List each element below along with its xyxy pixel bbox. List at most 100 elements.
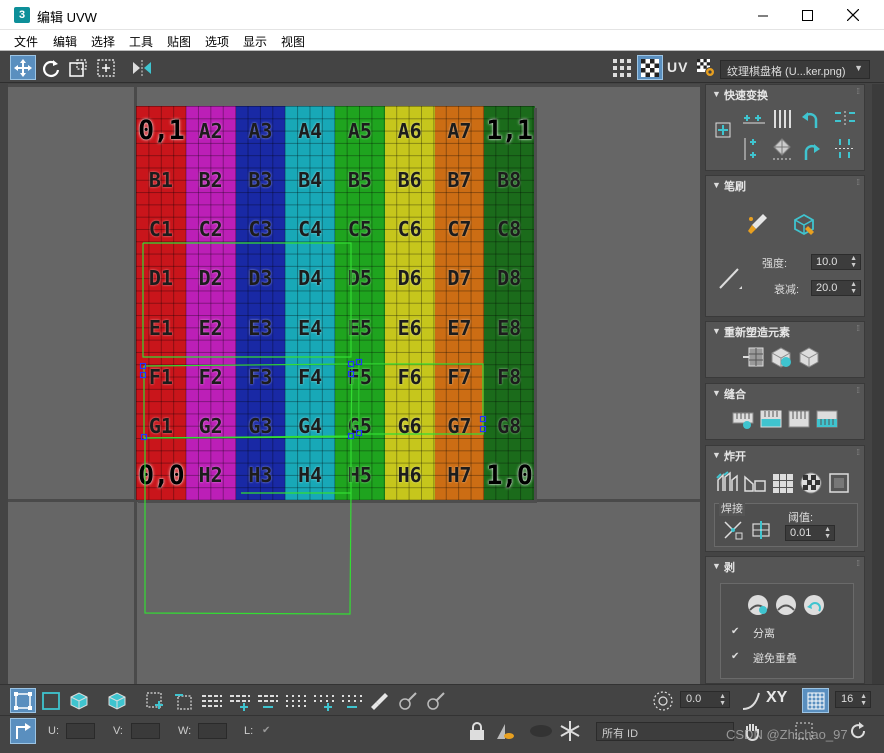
ring-shrink-button[interactable] [339,688,365,713]
xy-toggle[interactable]: XY [766,689,787,707]
weld-all-selected-button[interactable] [749,518,773,542]
v-input[interactable] [131,723,160,739]
avoid-overlap-checkbox[interactable]: ✔ [731,651,739,662]
freeform-tool-button[interactable] [94,55,118,80]
shrink-selection-button[interactable] [170,688,196,713]
paint-select-button[interactable] [367,688,393,713]
w-input[interactable] [198,723,227,739]
spinner-arrows-icon: ▲ ▼ [850,255,857,269]
lock-selection-button[interactable] [464,718,490,744]
stitch-to-target-button[interactable] [758,406,784,432]
menu-file[interactable]: 文件 [14,33,38,50]
close-button[interactable] [830,0,876,30]
edge-mode-button[interactable] [38,688,64,713]
mirror-tool-button[interactable] [128,55,156,80]
align-horizontal-button[interactable] [740,111,768,129]
maximize-button[interactable] [784,0,830,30]
lock-icon [470,722,484,740]
align-vertical-button[interactable] [740,135,768,163]
u-input[interactable] [66,723,95,739]
peel-mode-button[interactable] [773,592,799,618]
hide-button[interactable] [526,718,556,744]
align-to-center-button[interactable] [770,135,794,163]
flatten-by-polygon-angle-button[interactable] [770,470,796,496]
menu-view[interactable]: 视图 [281,33,305,50]
space-vertical-button[interactable] [833,135,857,163]
straighten-selection-button[interactable] [740,344,766,370]
flatten-by-material-button[interactable] [742,470,768,496]
pinch-brush-button[interactable] [716,264,744,292]
menu-display[interactable]: 显示 [243,33,267,50]
element-mode-button[interactable] [104,688,130,713]
selection-id-dropdown[interactable]: 所有 ID [596,722,734,741]
quick-peel-button[interactable] [745,592,771,618]
ring-grow-button[interactable] [311,688,337,713]
detach-checkbox[interactable]: ✔ [731,626,739,637]
rollout-brush-header[interactable]: ▼ 笔刷 ⁞⁞ [706,176,864,194]
grid-snap-button[interactable] [802,688,829,713]
loop-grow-button[interactable] [227,688,253,713]
loop-shrink-button[interactable] [255,688,281,713]
show-map-button[interactable] [637,55,663,80]
flatten-checker-button[interactable] [798,470,824,496]
straighten-button[interactable] [770,107,794,131]
checker-cell-label: 0,1 [137,115,185,147]
weld-selected-button[interactable] [721,518,745,542]
paint-move-button[interactable] [744,210,770,238]
rotate-angle-button[interactable] [650,688,676,713]
menu-mapping[interactable]: 贴图 [167,33,191,50]
reset-peel-button[interactable] [801,592,827,618]
weld-threshold-value: 0.01 [790,527,812,539]
space-horizontal-button[interactable] [831,109,859,127]
relax-brush-button[interactable] [790,210,818,238]
paint-grow-button[interactable] [395,688,421,713]
brush-strength-spinner[interactable]: 10.0 ▲ ▼ [811,254,861,270]
texture-dropdown[interactable]: 纹理棋盘格 (U...ker.png) ▼ [720,60,870,79]
snap-curve-button[interactable] [738,688,764,713]
rollout-peel-header[interactable]: ▼ 剥 ⁞⁞ [706,557,864,575]
set-pivot-button[interactable] [714,121,732,139]
lock-l-checkbox[interactable]: ✔ [262,725,270,736]
menu-select[interactable]: 选择 [91,33,115,50]
menu-edit[interactable]: 编辑 [53,33,77,50]
zoom-extents-button[interactable] [846,718,870,744]
relax-until-flat-button[interactable] [768,344,794,370]
paint-shrink-button[interactable] [423,688,449,713]
rotate-cw-90-button[interactable] [799,135,823,163]
rollout-explode-header[interactable]: ▼ 炸开 ⁞⁞ [706,446,864,464]
rollout-stitch-header[interactable]: ▼ 缝合 ⁞⁞ [706,384,864,402]
absolute-offset-toggle[interactable] [10,718,36,744]
relax-by-angles-button[interactable] [796,344,822,370]
vertex-mode-button[interactable] [10,688,36,713]
angle-spinner[interactable]: 0.0 ▲ ▼ [680,691,730,708]
rotate-tool-button[interactable] [39,55,63,80]
menu-options[interactable]: 选项 [205,33,229,50]
flatten-options-button[interactable] [826,470,852,496]
menu-tools[interactable]: 工具 [129,33,153,50]
rollout-reshape-header[interactable]: ▼ 重新塑造元素 ⁞⁞ [706,322,864,340]
checker-cell-label: E3 [248,315,273,340]
flatten-by-smoothing-button[interactable] [714,470,740,496]
stitch-custom-button[interactable] [730,406,756,432]
show-grid-button[interactable] [609,55,634,80]
grow-selection-button[interactable] [142,688,168,713]
command-panel-scrollbar[interactable] [872,84,884,684]
polygon-mode-button[interactable] [66,688,92,713]
brush-falloff-spinner[interactable]: 20.0 ▲ ▼ [811,280,861,296]
rollout-quick-transform-header[interactable]: ▼ 快速变换 ⁞⁞ [706,85,864,103]
grid-count-spinner[interactable]: 16 ▲ ▼ [835,691,871,708]
map-settings-button[interactable] [694,55,718,80]
uv-editor-viewport[interactable]: 0,1 A2 A3 A4 A5 A6 A7 1,1 B1 B2 B3 B4 B5 B6 B7 B8 C1 C2 C3… [8,84,700,684]
stitch-average-button[interactable] [786,406,812,432]
scale-tool-button[interactable] [66,55,90,80]
weld-threshold-spinner[interactable]: 0.01 ▲ ▼ [785,525,835,541]
rotate-ccw-90-button[interactable] [799,107,823,131]
loop-selection-button[interactable] [199,688,225,713]
close-icon [847,9,859,21]
move-tool-button[interactable] [10,55,36,80]
ring-selection-button[interactable] [283,688,309,713]
show-hidden-button[interactable] [492,718,518,744]
minimize-button[interactable] [740,0,786,30]
stitch-to-source-button[interactable] [814,406,840,432]
freeze-button[interactable] [557,718,583,744]
